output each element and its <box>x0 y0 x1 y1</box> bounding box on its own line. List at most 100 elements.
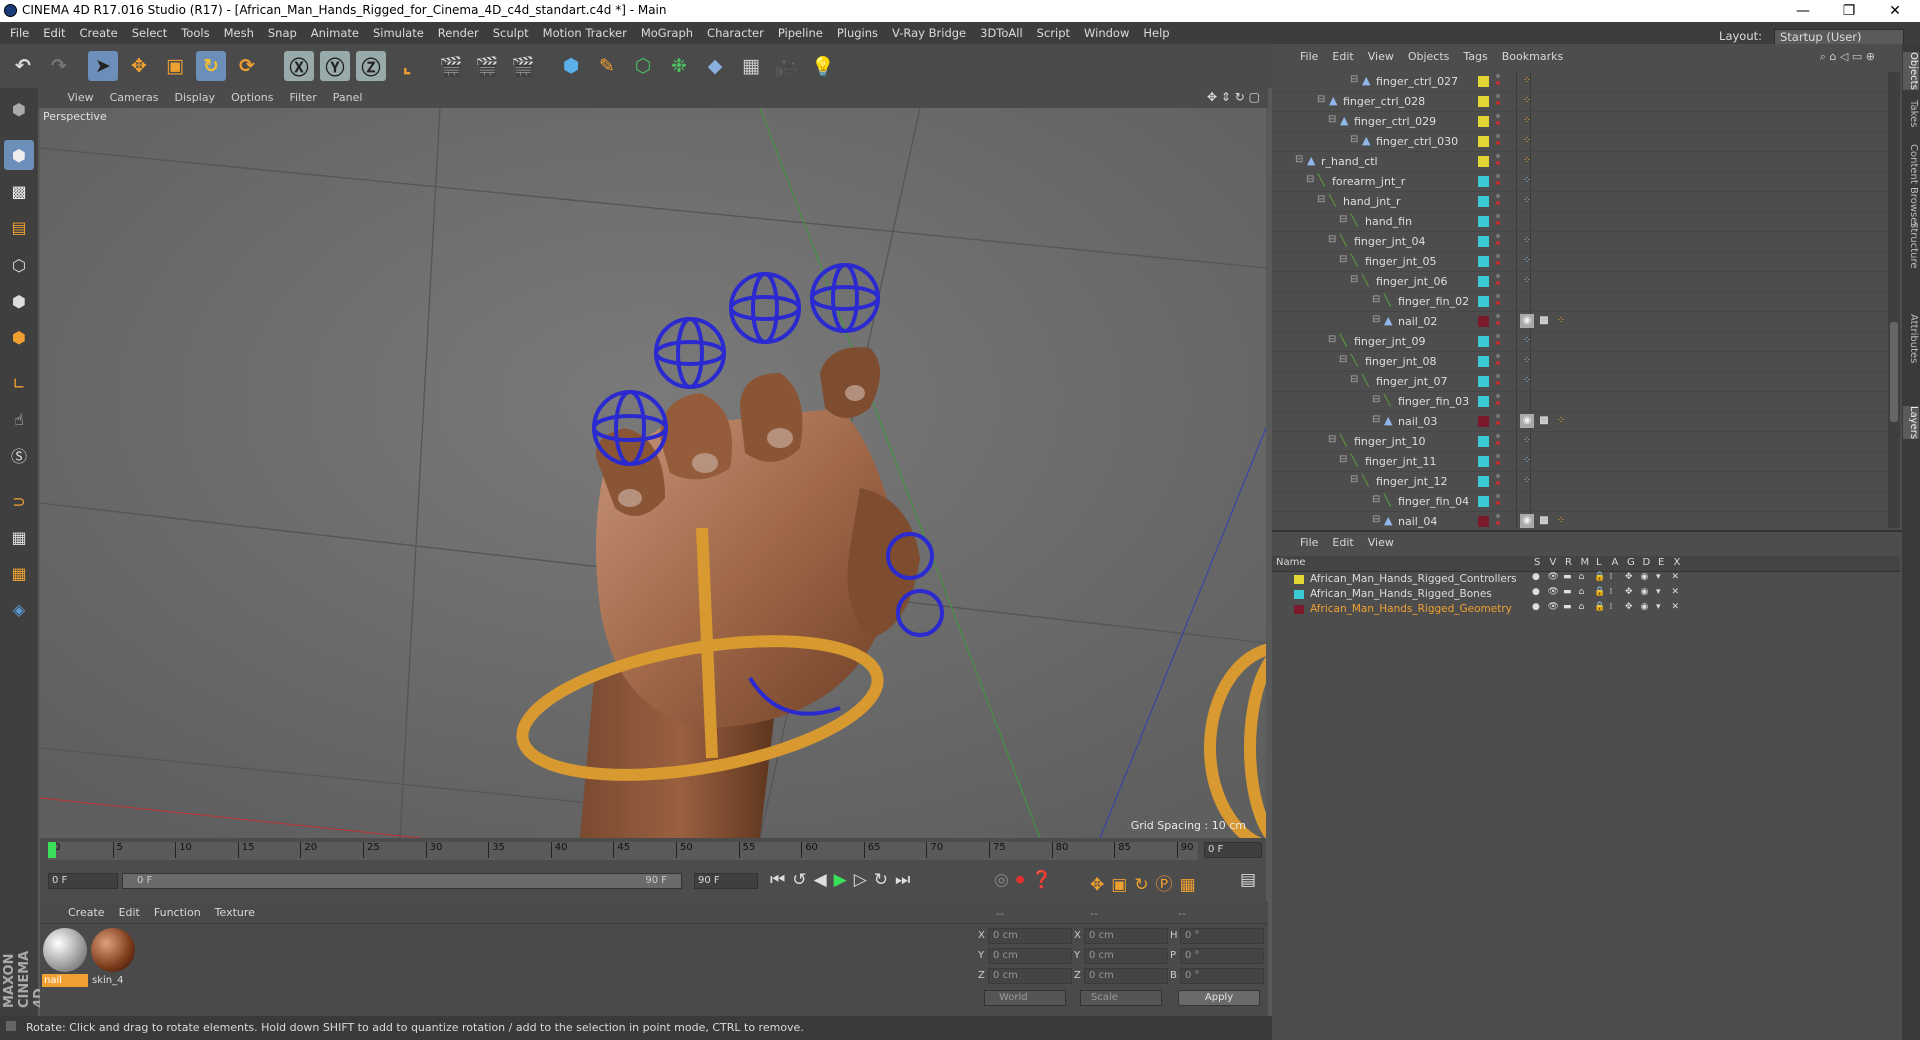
layer-toggle-icon[interactable]: ● <box>1532 587 1540 597</box>
world-dropdown[interactable]: World <box>984 990 1066 1006</box>
menu-edit[interactable]: Edit <box>36 22 72 44</box>
object-tags[interactable]: ⁘ <box>1520 434 1537 450</box>
visibility-dots[interactable] <box>1496 374 1501 390</box>
menu-tools[interactable]: Tools <box>174 22 216 44</box>
weight-tag-icon[interactable]: ⁘ <box>1520 474 1534 488</box>
prev-frame-icon[interactable]: ◀ <box>814 870 834 890</box>
object-menu-file[interactable]: File <box>1293 46 1325 68</box>
scale-tool-icon[interactable]: ▣ <box>160 51 190 81</box>
side-tab-structure[interactable]: Structure <box>1903 222 1919 269</box>
layer-color-swatch[interactable] <box>1478 516 1489 527</box>
current-frame-field[interactable]: 0 F <box>1204 842 1262 858</box>
layer-menu-view[interactable]: View <box>1361 532 1401 554</box>
menu-mesh[interactable]: Mesh <box>217 22 261 44</box>
expand-toggle-icon[interactable]: ⊟ <box>1372 494 1380 505</box>
layer-color-swatch[interactable] <box>1478 396 1489 407</box>
layer-menu-edit[interactable]: Edit <box>1325 532 1360 554</box>
layer-color-swatch[interactable] <box>1478 416 1489 427</box>
menu-render[interactable]: Render <box>431 22 486 44</box>
lock-workplane-icon[interactable]: ▦ <box>4 558 34 588</box>
layer-toggle-icon[interactable]: ● <box>1532 602 1540 612</box>
expand-toggle-icon[interactable]: ⊟ <box>1339 354 1347 365</box>
key-pla-icon[interactable]: ▦ <box>1180 875 1203 895</box>
viewport-camera-label[interactable]: Perspective <box>43 110 107 123</box>
weight-tag-icon[interactable]: ⁘ <box>1520 234 1534 248</box>
menu-simulate[interactable]: Simulate <box>366 22 431 44</box>
side-tab-objects[interactable]: Objects <box>1903 52 1919 90</box>
object-tags[interactable]: ⁘ <box>1520 474 1537 490</box>
expand-toggle-icon[interactable]: ⊟ <box>1372 314 1380 325</box>
menu-3dtoall[interactable]: 3DToAll <box>973 22 1030 44</box>
python-icon[interactable]: ◈ <box>4 594 34 624</box>
object-tags[interactable]: ⁘ <box>1520 154 1537 170</box>
object-row[interactable]: ⊟ ╲ finger_jnt_08 ⁘ <box>1272 352 1888 372</box>
floor-icon[interactable]: ▦ <box>736 51 766 81</box>
texture-tag-icon[interactable]: ◉ <box>1520 314 1534 328</box>
weight-tag-icon[interactable]: ⁘ <box>1520 174 1534 188</box>
visibility-dots[interactable] <box>1496 514 1501 528</box>
material-menu-function[interactable]: Function <box>147 902 208 924</box>
ik-tag-icon[interactable]: ⁘ <box>1554 314 1568 328</box>
coord-value-field[interactable]: 0 cm <box>988 948 1072 964</box>
coord-value-field[interactable]: 0 cm <box>1084 968 1168 984</box>
camera-icon[interactable]: 🎥 <box>772 51 802 81</box>
object-row[interactable]: ⊟ ╲ finger_fin_04 <box>1272 492 1888 512</box>
side-tab-layers[interactable]: Layers <box>1903 406 1919 440</box>
visibility-dots[interactable] <box>1496 214 1501 230</box>
expand-toggle-icon[interactable]: ⊟ <box>1372 394 1380 405</box>
expand-toggle-icon[interactable]: ⊟ <box>1350 474 1358 485</box>
end-frame-field[interactable]: 90 F <box>694 873 758 889</box>
object-row[interactable]: ⊟ ▲ finger_ctrl_027 ⁘ <box>1272 72 1888 92</box>
key-param-icon[interactable]: Ⓟ <box>1156 875 1180 895</box>
coord-value-field[interactable]: 0 cm <box>1084 928 1168 944</box>
start-frame-field[interactable]: 0 F <box>48 873 118 889</box>
object-row[interactable]: ⊟ ╲ finger_jnt_05 ⁘ <box>1272 252 1888 272</box>
edges-mode-icon[interactable]: ⬢ <box>4 286 34 316</box>
object-row[interactable]: ⊟ ▲ r_hand_ctl ⁘ <box>1272 152 1888 172</box>
menu-plugins[interactable]: Plugins <box>830 22 885 44</box>
weight-tag-icon[interactable]: ⁘ <box>1520 434 1534 448</box>
menu-animate[interactable]: Animate <box>304 22 366 44</box>
magnet-icon[interactable]: ⊃ <box>4 486 34 516</box>
ik-tag-icon[interactable]: ⁘ <box>1520 114 1534 128</box>
workplane-icon[interactable]: ▤ <box>4 212 34 242</box>
model-mode-icon[interactable]: ⬢ <box>4 140 34 170</box>
pen-icon[interactable]: ✎ <box>592 51 622 81</box>
menu-snap[interactable]: Snap <box>261 22 304 44</box>
visibility-dots[interactable] <box>1496 414 1501 430</box>
menu-mograph[interactable]: MoGraph <box>634 22 700 44</box>
object-row[interactable]: ⊟ ▲ finger_ctrl_030 ⁘ <box>1272 132 1888 152</box>
object-row[interactable]: ⊟ ╲ finger_jnt_04 ⁘ <box>1272 232 1888 252</box>
layer-toggle-icon[interactable]: 🔒 <box>1594 572 1605 582</box>
layer-toggle-icon[interactable]: ▾ <box>1656 572 1661 582</box>
layer-color-swatch[interactable] <box>1478 236 1489 247</box>
coord-value-field[interactable]: 0 cm <box>988 928 1072 944</box>
polygons-mode-icon[interactable]: ⬢ <box>4 322 34 352</box>
expand-toggle-icon[interactable]: ⊟ <box>1317 94 1325 105</box>
viewport-menu-display[interactable]: Display <box>167 88 224 108</box>
maximize-button[interactable]: ❐ <box>1826 0 1872 22</box>
frame-range-slider[interactable]: 0 F 90 F <box>122 873 682 889</box>
weight-tag-icon[interactable]: ⁘ <box>1520 334 1534 348</box>
layer-toggle-icon[interactable]: ✥ <box>1625 572 1633 582</box>
layer-toggle-icon[interactable]: ⁞ <box>1610 587 1613 597</box>
visibility-dots[interactable] <box>1496 454 1501 470</box>
checker-tag-icon[interactable]: ▩ <box>1537 514 1551 528</box>
go-to-start-icon[interactable]: ⏮ <box>770 870 792 890</box>
ik-tag-icon[interactable]: ⁘ <box>1554 514 1568 528</box>
layer-row[interactable]: African_Man_Hands_Rigged_Bones ● 👁 ▬ ⌂ 🔒 ⁞ ✥ ◉ ▾ ✕ <box>1272 587 1900 602</box>
minimize-button[interactable]: — <box>1780 0 1826 22</box>
layer-color-swatch[interactable] <box>1478 136 1489 147</box>
weight-tag-icon[interactable]: ⁘ <box>1520 254 1534 268</box>
timeline-ruler[interactable]: 0 5 10 15 20 25 30 35 40 45 50 55 60 65 70 75 80 85 90 0 F <box>40 838 1266 862</box>
play-icon[interactable]: ▶ <box>834 870 854 890</box>
side-tab-takes[interactable]: Takes <box>1903 100 1919 127</box>
rotate-tool-icon[interactable]: ↻ <box>196 51 226 81</box>
layer-toggle-icon[interactable]: ✥ <box>1625 602 1633 612</box>
points-mode-icon[interactable]: ⬡ <box>4 250 34 280</box>
layout-dropdown[interactable]: Startup (User) <box>1774 28 1904 45</box>
texture-tag-icon[interactable]: ◉ <box>1520 514 1534 528</box>
weight-tag-icon[interactable]: ⁘ <box>1520 354 1534 368</box>
viewport-menu-options[interactable]: Options <box>223 88 281 108</box>
object-row[interactable]: ⊟ ╲ finger_jnt_11 ⁘ <box>1272 452 1888 472</box>
